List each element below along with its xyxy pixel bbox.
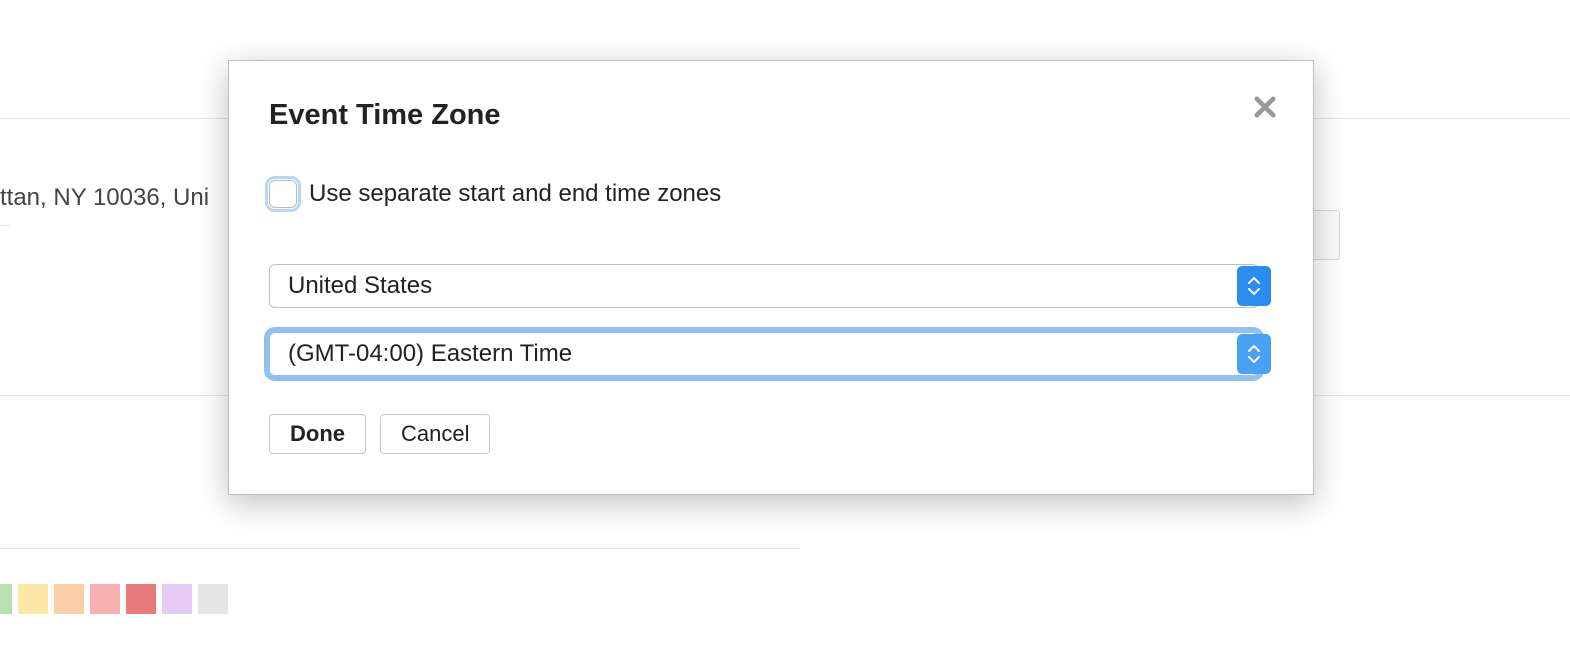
country-select-wrap: United States	[269, 264, 1273, 308]
color-swatch[interactable]	[162, 584, 192, 614]
dialog-title: Event Time Zone	[269, 99, 1273, 132]
close-icon	[1251, 93, 1279, 121]
separate-timezones-row: Use separate start and end time zones	[269, 180, 1273, 208]
location-input-fragment[interactable]: ttan, NY 10036, Uni	[0, 184, 209, 212]
cancel-button[interactable]: Cancel	[380, 414, 490, 454]
divider	[0, 225, 10, 226]
timezone-select[interactable]: (GMT-04:00) Eastern Time	[269, 332, 1259, 376]
timezone-select-value: (GMT-04:00) Eastern Time	[288, 340, 572, 368]
dialog-buttons: Done Cancel	[269, 414, 1273, 454]
color-swatch[interactable]	[54, 584, 84, 614]
done-button[interactable]: Done	[269, 414, 366, 454]
event-timezone-dialog: Event Time Zone Use separate start and e…	[228, 60, 1314, 495]
country-select-value: United States	[288, 272, 432, 300]
color-swatch[interactable]	[18, 584, 48, 614]
color-swatches	[0, 584, 228, 614]
separate-timezones-label: Use separate start and end time zones	[309, 180, 721, 208]
timezone-select-wrap: (GMT-04:00) Eastern Time	[269, 332, 1273, 376]
color-swatch[interactable]	[0, 584, 12, 614]
country-select[interactable]: United States	[269, 264, 1259, 308]
color-swatch[interactable]	[126, 584, 156, 614]
separate-timezones-checkbox[interactable]	[269, 180, 297, 208]
color-swatch[interactable]	[90, 584, 120, 614]
divider	[0, 548, 800, 549]
color-swatch[interactable]	[198, 584, 228, 614]
close-button[interactable]	[1251, 93, 1279, 121]
